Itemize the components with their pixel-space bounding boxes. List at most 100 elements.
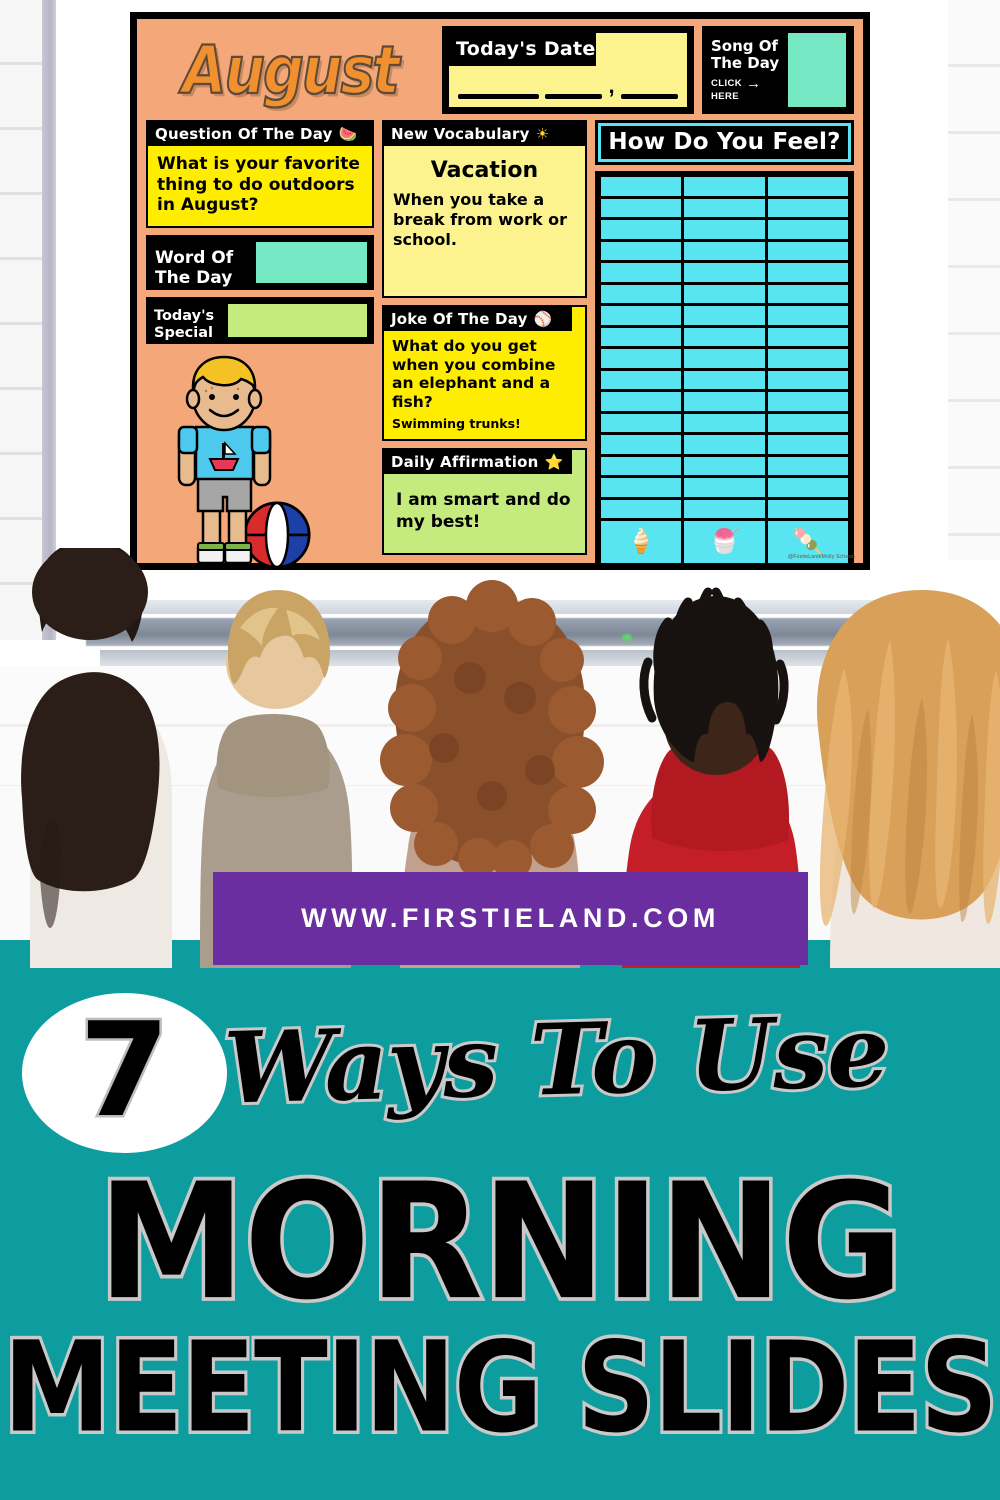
- todays-special-card[interactable]: Today's Special: [146, 297, 374, 344]
- daily-affirmation-card[interactable]: Daily Affirmation ⭐ I am smart and do my…: [382, 448, 587, 555]
- new-vocabulary-definition: When you take a break from work or schoo…: [393, 190, 568, 249]
- how-do-you-feel-cell[interactable]: [601, 435, 682, 454]
- how-do-you-feel-cell[interactable]: [684, 370, 765, 389]
- new-vocabulary-body: Vacation When you take a break from work…: [384, 146, 585, 296]
- how-do-you-feel-column: 🍧: [684, 177, 765, 563]
- headline-script-line-wrap: Ways To Use: [220, 990, 1000, 1130]
- slide-right-column: How Do You Feel? 🍦 🍧 🍡: [595, 120, 854, 569]
- how-do-you-feel-cell[interactable]: [684, 435, 765, 454]
- classroom-photo: August Today's Date , Song Of The Day CL…: [0, 0, 1000, 968]
- headline-number-badge: 7: [22, 993, 227, 1153]
- shiplap-wall-right: [940, 0, 1000, 560]
- todays-special-label: Today's Special: [154, 308, 215, 341]
- song-of-the-day-thumbnail[interactable]: [788, 33, 846, 107]
- joke-answer: Swimming trunks!: [392, 416, 521, 432]
- song-here-label: HERE: [711, 90, 739, 102]
- word-of-the-day-label: Word Of The Day: [155, 248, 234, 288]
- watermelon-icon: 🍉: [338, 125, 358, 143]
- joke-of-the-day-body: What do you get when you combine an elep…: [384, 331, 585, 439]
- how-do-you-feel-cell[interactable]: [601, 198, 682, 217]
- how-do-you-feel-cell[interactable]: [767, 306, 848, 325]
- how-do-you-feel-cell[interactable]: [767, 198, 848, 217]
- todays-date-box[interactable]: Today's Date ,: [442, 26, 694, 114]
- how-do-you-feel-cell[interactable]: [767, 456, 848, 475]
- how-do-you-feel-cell[interactable]: [601, 284, 682, 303]
- how-do-you-feel-header: How Do You Feel?: [595, 120, 854, 165]
- how-do-you-feel-cell[interactable]: [767, 499, 848, 518]
- new-vocabulary-header: New Vocabulary ☀: [384, 122, 585, 146]
- star-icon: ⭐: [544, 453, 564, 472]
- how-do-you-feel-cell[interactable]: [601, 499, 682, 518]
- new-vocabulary-card[interactable]: New Vocabulary ☀ Vacation When you take …: [382, 120, 587, 298]
- slide-main-row: Question Of The Day 🍉 What is your favor…: [146, 120, 854, 569]
- baseball-icon: ⚾: [533, 310, 553, 328]
- new-vocabulary-title: New Vocabulary: [391, 125, 530, 143]
- new-vocabulary-word: Vacation: [430, 158, 539, 183]
- joke-of-the-day-card[interactable]: Joke Of The Day ⚾ What do you get when y…: [382, 305, 587, 442]
- how-do-you-feel-cell[interactable]: [601, 241, 682, 260]
- date-blank-year[interactable]: [620, 94, 678, 99]
- how-do-you-feel-cell[interactable]: [684, 306, 765, 325]
- how-do-you-feel-cell[interactable]: [684, 241, 765, 260]
- how-do-you-feel-cell[interactable]: [601, 220, 682, 239]
- how-do-you-feel-cell[interactable]: [767, 220, 848, 239]
- daily-affirmation-text: I am smart and do my best!: [396, 490, 571, 532]
- how-do-you-feel-cell[interactable]: [601, 263, 682, 282]
- song-click-row[interactable]: CLICK →: [711, 76, 783, 91]
- how-do-you-feel-cell[interactable]: [684, 456, 765, 475]
- how-do-you-feel-cell[interactable]: [601, 327, 682, 346]
- question-of-the-day-card[interactable]: Question Of The Day 🍉 What is your favor…: [146, 120, 374, 229]
- child-5: [817, 590, 1000, 968]
- word-of-the-day-field[interactable]: [256, 242, 367, 284]
- how-do-you-feel-cell[interactable]: [767, 478, 848, 497]
- how-do-you-feel-cell[interactable]: [767, 370, 848, 389]
- how-do-you-feel-cell[interactable]: [601, 413, 682, 432]
- todays-date-blanks[interactable]: ,: [458, 73, 678, 99]
- how-do-you-feel-column: 🍡: [767, 177, 848, 563]
- song-of-the-day-title: Song Of The Day: [711, 37, 780, 72]
- how-do-you-feel-column: 🍦: [601, 177, 682, 563]
- how-do-you-feel-cell[interactable]: [684, 220, 765, 239]
- word-of-the-day-card[interactable]: Word Of The Day: [146, 235, 374, 291]
- how-do-you-feel-cell[interactable]: [767, 392, 848, 411]
- how-do-you-feel-cell[interactable]: [684, 499, 765, 518]
- how-do-you-feel-cell[interactable]: [767, 349, 848, 368]
- how-do-you-feel-cell[interactable]: [767, 435, 848, 454]
- song-of-the-day-text: Song Of The Day CLICK → HERE: [711, 38, 783, 102]
- how-do-you-feel-cell[interactable]: [767, 413, 848, 432]
- how-do-you-feel-cell[interactable]: [684, 177, 765, 196]
- month-title-text: August: [181, 32, 400, 110]
- how-do-you-feel-cell[interactable]: [601, 370, 682, 389]
- headline-script-line: Ways To Use: [220, 991, 893, 1129]
- question-of-the-day-header: Question Of The Day 🍉: [148, 122, 372, 146]
- date-blank-day[interactable]: [545, 94, 603, 99]
- how-do-you-feel-cell[interactable]: [684, 198, 765, 217]
- how-do-you-feel-cell[interactable]: [601, 177, 682, 196]
- song-of-the-day-box[interactable]: Song Of The Day CLICK → HERE: [702, 26, 854, 114]
- how-do-you-feel-cell[interactable]: [601, 456, 682, 475]
- how-do-you-feel-cell[interactable]: [767, 241, 848, 260]
- how-do-you-feel-grid[interactable]: 🍦 🍧 🍡: [595, 171, 854, 569]
- how-do-you-feel-cell[interactable]: [601, 349, 682, 368]
- how-do-you-feel-cell[interactable]: [767, 327, 848, 346]
- how-do-you-feel-cell[interactable]: [601, 478, 682, 497]
- date-blank-month[interactable]: [458, 94, 539, 99]
- how-do-you-feel-cell[interactable]: [684, 478, 765, 497]
- morning-meeting-slide[interactable]: August Today's Date , Song Of The Day CL…: [130, 12, 870, 570]
- how-do-you-feel-cell[interactable]: [767, 263, 848, 282]
- website-url-banner[interactable]: WWW.FIRSTIELAND.COM: [213, 872, 808, 965]
- how-do-you-feel-cell[interactable]: [684, 392, 765, 411]
- how-do-you-feel-cell[interactable]: [684, 413, 765, 432]
- how-do-you-feel-cell[interactable]: [684, 263, 765, 282]
- how-do-you-feel-cell[interactable]: [767, 177, 848, 196]
- how-do-you-feel-cell[interactable]: [684, 349, 765, 368]
- slide-canvas: August Today's Date , Song Of The Day CL…: [137, 19, 863, 569]
- how-do-you-feel-cell[interactable]: [601, 392, 682, 411]
- todays-special-field[interactable]: [228, 304, 367, 337]
- headline-big-line: MORNING: [94, 1149, 906, 1335]
- how-do-you-feel-cell[interactable]: [767, 284, 848, 303]
- how-do-you-feel-cell[interactable]: [684, 327, 765, 346]
- joke-of-the-day-header: Joke Of The Day ⚾: [384, 307, 572, 331]
- how-do-you-feel-cell[interactable]: [684, 284, 765, 303]
- how-do-you-feel-cell[interactable]: [601, 306, 682, 325]
